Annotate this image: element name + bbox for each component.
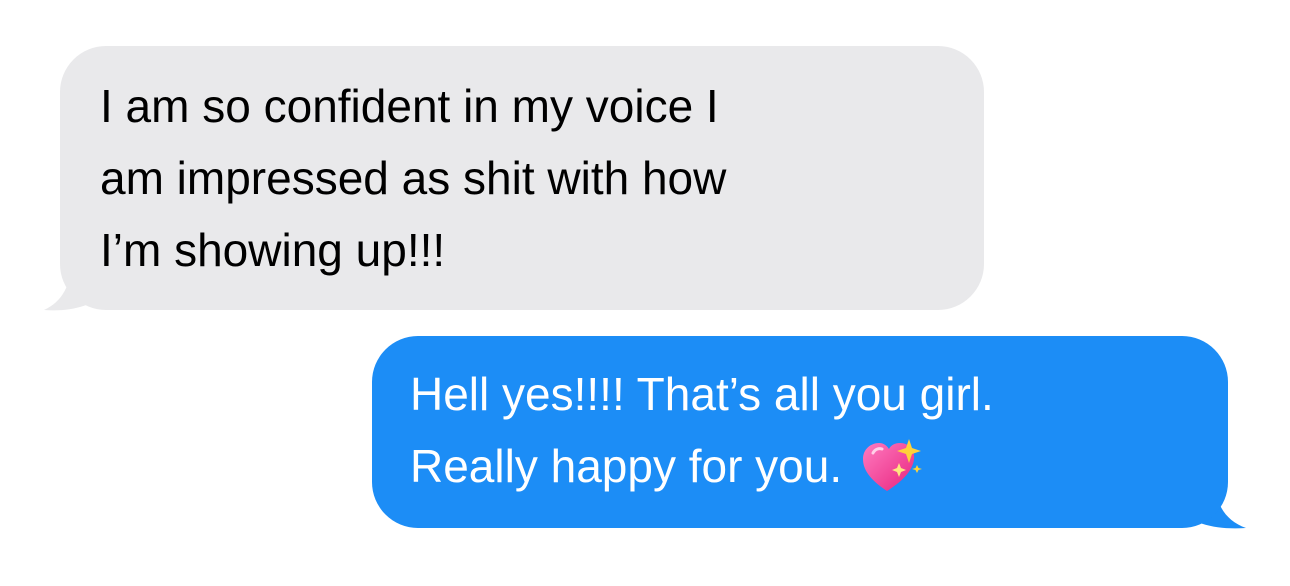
incoming-message-bubble[interactable]: I am so confident in my voice I am impre… [60,46,984,310]
outgoing-message-bubble[interactable]: Hell yes!!!! That’s all you girl. Really… [372,336,1228,528]
message-thread: I am so confident in my voice I am impre… [0,0,1290,586]
sparkling-heart-icon [862,438,922,491]
message-text-line: am impressed as shit with how [100,152,727,204]
message-text-segment: Really happy for you. [410,440,843,492]
message-text-line: Really happy for you. [410,430,1198,502]
message-text-line: Hell yes!!!! That’s all you girl. [410,368,994,420]
message-text-line: I’m showing up!!! [100,224,446,276]
message-text-line: I am so confident in my voice I [100,80,719,132]
